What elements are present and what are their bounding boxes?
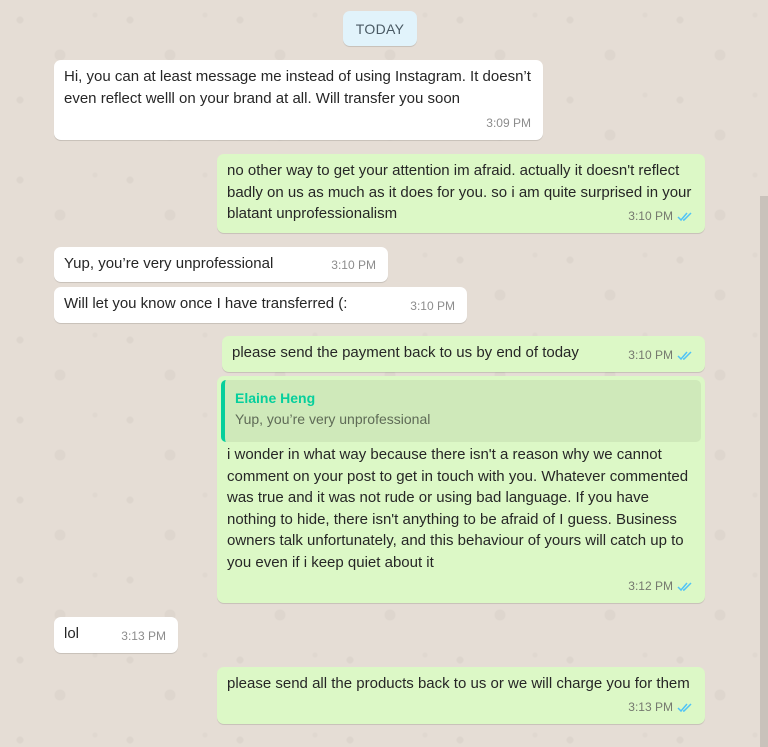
message-incoming[interactable]: lol 3:13 PM [54, 617, 178, 653]
quoted-sender-name: Elaine Heng [235, 390, 316, 406]
message-text: please send all the products back to us … [227, 675, 690, 692]
scrollbar[interactable] [760, 196, 768, 747]
message-time: 3:10 PM [628, 208, 673, 223]
message-meta: 3:10 PM [331, 255, 376, 277]
message-outgoing-reply[interactable]: Elaine Heng Yup, you’re very unprofessio… [217, 376, 705, 603]
message-outgoing[interactable]: no other way to get your attention im af… [217, 154, 705, 233]
message-time: 3:13 PM [628, 699, 673, 714]
quoted-text: Yup, you’re very unprofessional [235, 411, 431, 427]
message-time: 3:10 PM [628, 347, 673, 362]
read-double-check-icon [677, 582, 692, 591]
message-time: 3:10 PM [331, 257, 376, 272]
message-incoming[interactable]: Yup, you’re very unprofessional 3:10 PM [54, 247, 388, 282]
message-meta: 3:10 PM [410, 296, 455, 318]
message-incoming[interactable]: Will let you know once I have transferre… [54, 287, 467, 323]
message-text: Will let you know once I have transferre… [64, 295, 348, 312]
read-double-check-icon [677, 351, 692, 360]
message-time: 3:09 PM [486, 115, 531, 130]
message-meta: 3:13 PM [121, 626, 166, 648]
message-incoming[interactable]: Hi, you can at least message me instead … [54, 60, 543, 140]
message-meta: 3:10 PM [628, 206, 693, 228]
message-text: i wonder in what way because there isn't… [227, 446, 689, 571]
message-text: no other way to get your attention im af… [227, 162, 692, 222]
read-double-check-icon [677, 703, 692, 712]
message-time: 3:10 PM [410, 298, 455, 313]
message-time: 3:13 PM [121, 628, 166, 643]
message-text: please send the payment back to us by en… [232, 344, 579, 361]
message-outgoing[interactable]: please send all the products back to us … [217, 667, 705, 724]
message-text: Hi, you can at least message me instead … [64, 68, 531, 107]
message-time: 3:12 PM [628, 578, 673, 593]
date-divider: TODAY [343, 11, 417, 46]
message-meta: 3:09 PM [486, 113, 531, 135]
quoted-message[interactable]: Elaine Heng Yup, you’re very unprofessio… [221, 380, 701, 442]
message-meta: 3:10 PM [628, 345, 693, 367]
message-outgoing[interactable]: please send the payment back to us by en… [222, 336, 705, 372]
message-meta: 3:12 PM [628, 576, 693, 598]
read-double-check-icon [677, 212, 692, 221]
message-meta: 3:13 PM [628, 697, 693, 719]
